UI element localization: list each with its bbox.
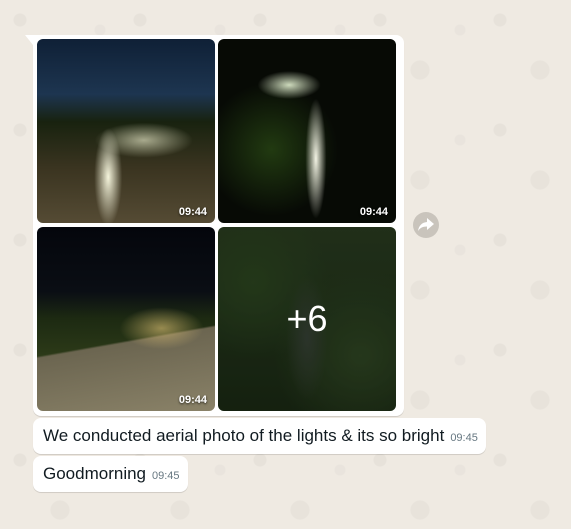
forward-button[interactable] — [413, 212, 439, 238]
photo-album-bubble[interactable]: 09:44 09:44 09:44 +6 — [25, 35, 404, 416]
photo-timestamp: 09:44 — [359, 206, 388, 218]
message-timestamp: 09:45 — [152, 470, 180, 482]
message-bubble[interactable]: We conducted aerial photo of the lights … — [33, 418, 486, 454]
photo-timestamp: 09:44 — [178, 206, 207, 218]
message-text: We conducted aerial photo of the lights … — [43, 426, 445, 445]
album-photo-more[interactable]: +6 — [218, 227, 396, 411]
forward-arrow-icon — [418, 218, 434, 231]
message-bubble[interactable]: Goodmorning 09:45 — [33, 456, 188, 492]
album-photo-1[interactable]: 09:44 — [37, 39, 215, 223]
message-timestamp: 09:45 — [450, 432, 478, 444]
more-photos-count: +6 — [218, 227, 396, 411]
message-text: Goodmorning — [43, 464, 147, 483]
photo-timestamp: 09:44 — [178, 394, 207, 406]
album-photo-3[interactable]: 09:44 — [37, 227, 215, 411]
album-photo-2[interactable]: 09:44 — [218, 39, 396, 223]
